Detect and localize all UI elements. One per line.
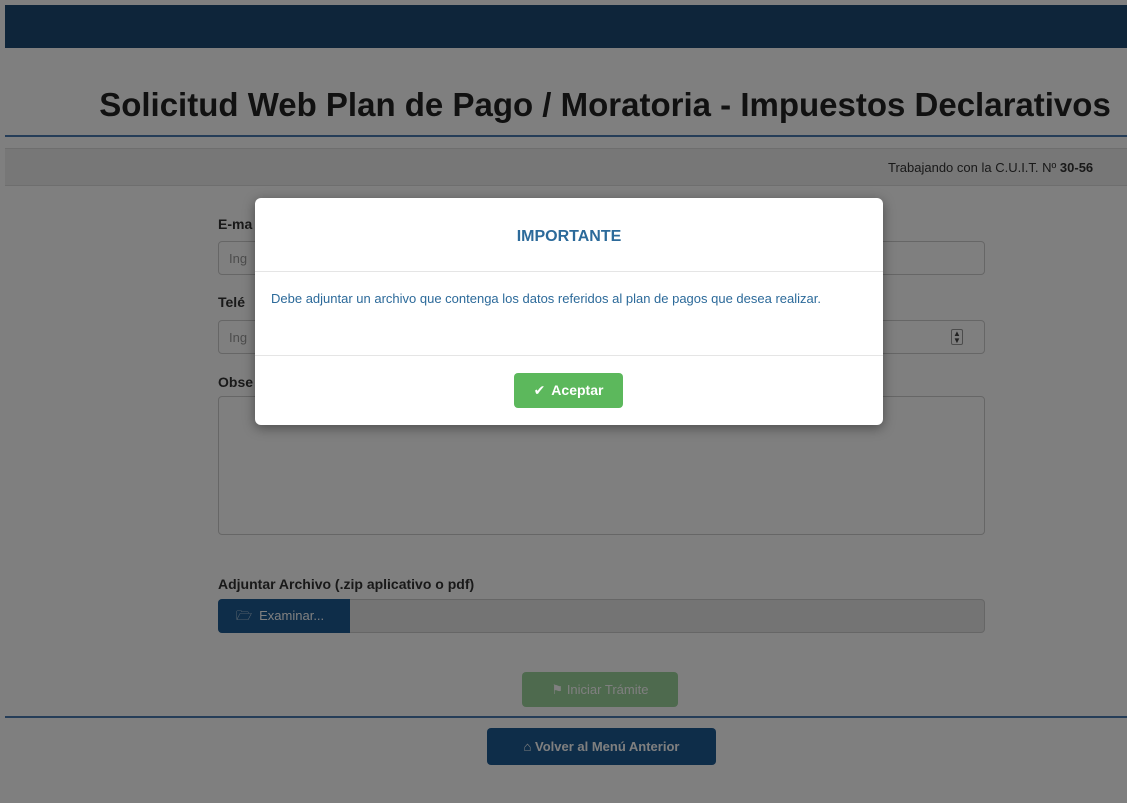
accept-button[interactable]: ✔ Aceptar — [514, 373, 623, 408]
accept-label: Aceptar — [551, 382, 604, 398]
dialog-title: IMPORTANTE — [516, 228, 622, 245]
check-icon: ✔ — [533, 382, 546, 398]
dialog-header: IMPORTANTE — [255, 198, 883, 272]
important-dialog: IMPORTANTE Debe adjuntar un archivo que … — [255, 198, 883, 425]
dialog-message: Debe adjuntar un archivo que contenga lo… — [271, 291, 821, 306]
